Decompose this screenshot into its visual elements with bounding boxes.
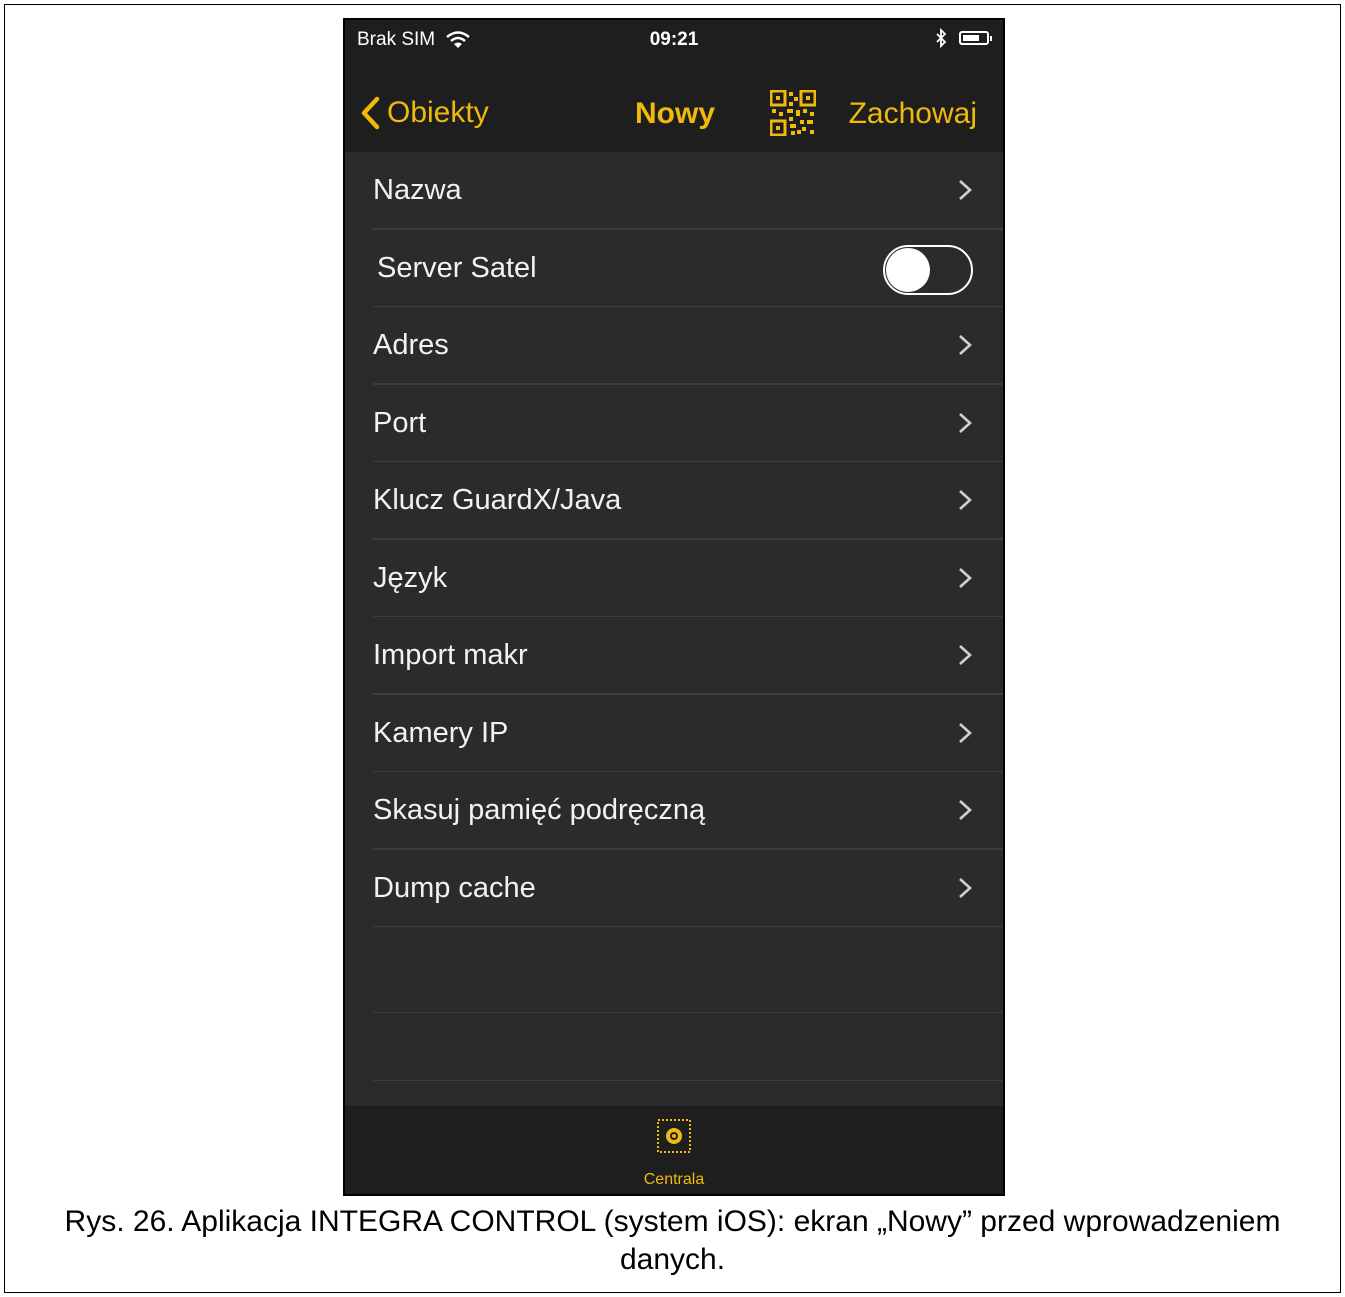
save-button[interactable]: Zachowaj: [849, 97, 977, 131]
row-label: Skasuj pamięć podręczną: [373, 794, 706, 826]
row-skasuj-pamiec[interactable]: Skasuj pamięć podręczną: [345, 772, 1003, 850]
chevron-right-icon: [959, 722, 972, 743]
tab-label: Centrala: [643, 1171, 705, 1188]
row-klucz[interactable]: Klucz GuardX/Java: [345, 462, 1003, 540]
row-import-makr[interactable]: Import makr: [345, 617, 1003, 695]
chevron-right-icon: [959, 877, 972, 898]
control-panel-icon: [657, 1119, 691, 1153]
chevron-right-icon: [959, 490, 972, 510]
tab-centrala[interactable]: Centrala: [614, 1118, 734, 1189]
chevron-right-icon: [959, 645, 972, 665]
bluetooth-icon: [936, 28, 947, 48]
row-label: Język: [373, 561, 448, 594]
status-bar: Brak SIM 09:21: [345, 20, 1003, 60]
chevron-right-icon: [959, 335, 972, 355]
row-label: Port: [373, 406, 427, 439]
settings-list: Nazwa Server Satel Adres Port Klucz Guar…: [345, 152, 1003, 1081]
row-jezyk[interactable]: Język: [345, 540, 1003, 618]
row-label: Nazwa: [373, 174, 462, 206]
row-label: Adres: [373, 329, 449, 361]
back-button[interactable]: Obiekty: [359, 96, 489, 130]
back-label: Obiekty: [387, 96, 489, 129]
chevron-right-icon: [959, 412, 972, 433]
empty-row: [345, 927, 1003, 1013]
server-satel-toggle[interactable]: [883, 244, 973, 295]
row-label: Kamery IP: [373, 716, 509, 749]
chevron-right-icon: [959, 180, 972, 200]
page-title: Nowy: [635, 97, 716, 130]
row-label: Server Satel: [377, 251, 537, 284]
row-label: Dump cache: [373, 871, 536, 904]
toggle-knob: [886, 247, 930, 292]
row-label: Import makr: [373, 639, 528, 671]
chevron-right-icon: [959, 800, 972, 820]
navigation-bar: Obiekty Nowy Zachowaj: [345, 60, 1003, 152]
row-port[interactable]: Port: [345, 385, 1003, 463]
row-label: Klucz GuardX/Java: [373, 484, 622, 516]
row-server-satel: Server Satel: [345, 230, 1003, 308]
figure-caption: Rys. 26. Aplikacja INTEGRA CONTROL (syst…: [64, 1205, 1281, 1276]
chevron-right-icon: [959, 567, 972, 588]
phone-screen: Brak SIM 09:21 Obiekty Nowy Zachowaj Naz…: [343, 18, 1005, 1196]
empty-row: [345, 1013, 1003, 1081]
chevron-left-icon: [361, 96, 380, 130]
status-time: 09:21: [649, 29, 699, 50]
status-right: [935, 28, 992, 48]
row-nazwa[interactable]: Nazwa: [345, 152, 1003, 230]
qr-code-icon[interactable]: [770, 90, 816, 136]
row-dump-cache[interactable]: Dump cache: [345, 850, 1003, 928]
battery-icon: [959, 31, 992, 45]
row-adres[interactable]: Adres: [345, 307, 1003, 385]
tab-bar: Centrala: [345, 1106, 1003, 1194]
row-kamery-ip[interactable]: Kamery IP: [345, 695, 1003, 773]
